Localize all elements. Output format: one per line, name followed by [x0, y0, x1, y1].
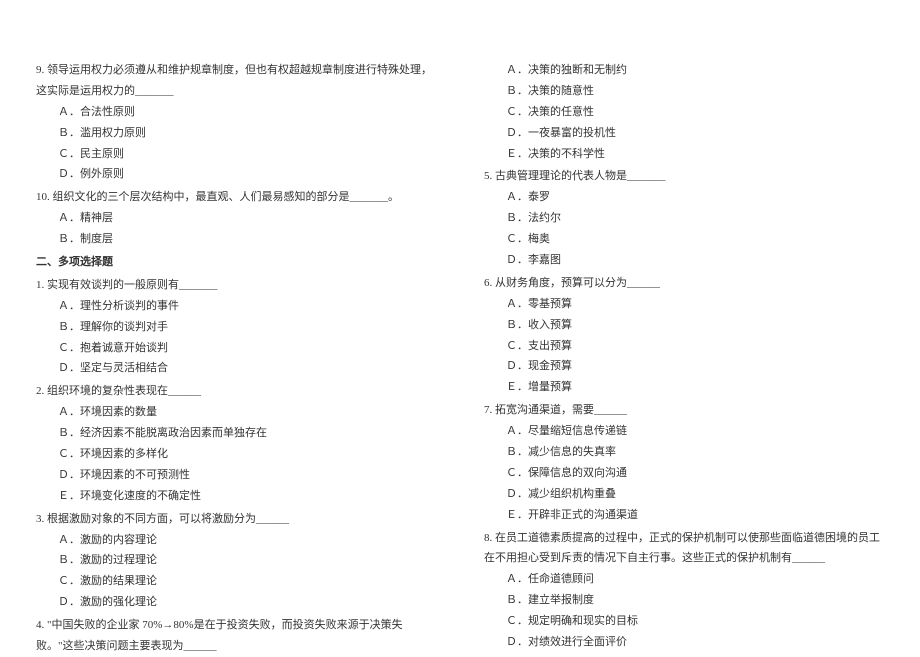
m8-opt-b: Ｂ．建立举报制度: [484, 590, 884, 611]
q9-opt-a: Ａ．合法性原则: [36, 102, 436, 123]
multi-question-8: 8. 在员工道德素质提高的过程中，正式的保护机制可以使那些面临道德困境的员工在不…: [484, 528, 884, 653]
m1-opt-c: Ｃ．抱着诚意开始谈判: [36, 338, 436, 359]
multi-question-1: 1. 实现有效谈判的一般原则有_______ Ａ．理性分析谈判的事件 Ｂ．理解你…: [36, 275, 436, 379]
m6-stem: 6. 从财务角度，预算可以分为______: [484, 273, 884, 294]
m3-opt-c: Ｃ．激励的结果理论: [36, 571, 436, 592]
m1-opt-a: Ａ．理性分析谈判的事件: [36, 296, 436, 317]
left-column: 9. 领导运用权力必须遵从和维护规章制度，但也有权超越规章制度进行特殊处理，这实…: [36, 60, 460, 611]
q10-stem: 10. 组织文化的三个层次结构中，最直观、人们最易感知的部分是_______。: [36, 187, 436, 208]
m2-opt-d: Ｄ．环境因素的不可预测性: [36, 465, 436, 486]
m6-opt-d: Ｄ．现金预算: [484, 356, 884, 377]
m4-opt-c: Ｃ．决策的任意性: [484, 102, 884, 123]
m5-opt-b: Ｂ．法约尔: [484, 208, 884, 229]
m1-opt-b: Ｂ．理解你的谈判对手: [36, 317, 436, 338]
m6-opt-c: Ｃ．支出预算: [484, 336, 884, 357]
m5-stem: 5. 古典管理理论的代表人物是_______: [484, 166, 884, 187]
m1-stem: 1. 实现有效谈判的一般原则有_______: [36, 275, 436, 296]
m8-opt-c: Ｃ．规定明确和现实的目标: [484, 611, 884, 632]
m4-opt-e: Ｅ．决策的不科学性: [484, 144, 884, 165]
m1-opt-d: Ｄ．坚定与灵活相结合: [36, 358, 436, 379]
m7-opt-c: Ｃ．保障信息的双向沟通: [484, 463, 884, 484]
m7-stem: 7. 拓宽沟通渠道，需要______: [484, 400, 884, 421]
m7-opt-e: Ｅ．开辟非正式的沟通渠道: [484, 505, 884, 526]
section-2-title: 二、多项选择题: [36, 252, 436, 273]
m4-opt-d: Ｄ．一夜暴富的投机性: [484, 123, 884, 144]
multi-question-7: 7. 拓宽沟通渠道，需要______ Ａ．尽量缩短信息传递链 Ｂ．减少信息的失真…: [484, 400, 884, 525]
m2-opt-e: Ｅ．环境变化速度的不确定性: [36, 486, 436, 507]
q9-opt-c: Ｃ．民主原则: [36, 144, 436, 165]
q10-opt-a: Ａ．精神层: [36, 208, 436, 229]
multi-question-3: 3. 根据激励对象的不同方面，可以将激励分为______ Ａ．激励的内容理论 Ｂ…: [36, 509, 436, 613]
multi-question-6: 6. 从财务角度，预算可以分为______ Ａ．零基预算 Ｂ．收入预算 Ｃ．支出…: [484, 273, 884, 398]
m3-stem: 3. 根据激励对象的不同方面，可以将激励分为______: [36, 509, 436, 530]
m6-opt-b: Ｂ．收入预算: [484, 315, 884, 336]
question-10: 10. 组织文化的三个层次结构中，最直观、人们最易感知的部分是_______。 …: [36, 187, 436, 250]
m3-opt-a: Ａ．激励的内容理论: [36, 530, 436, 551]
m4-opt-a: Ａ．决策的独断和无制约: [484, 60, 884, 81]
m6-opt-e: Ｅ．增量预算: [484, 377, 884, 398]
question-9: 9. 领导运用权力必须遵从和维护规章制度，但也有权超越规章制度进行特殊处理，这实…: [36, 60, 436, 185]
m2-opt-c: Ｃ．环境因素的多样化: [36, 444, 436, 465]
m2-opt-a: Ａ．环境因素的数量: [36, 402, 436, 423]
m3-opt-d: Ｄ．激励的强化理论: [36, 592, 436, 613]
q10-opt-b: Ｂ．制度层: [36, 229, 436, 250]
m2-stem: 2. 组织环境的复杂性表现在______: [36, 381, 436, 402]
m5-opt-a: Ａ．泰罗: [484, 187, 884, 208]
page-container: 9. 领导运用权力必须遵从和维护规章制度，但也有权超越规章制度进行特殊处理，这实…: [0, 0, 920, 651]
right-column: Ａ．决策的独断和无制约 Ｂ．决策的随意性 Ｃ．决策的任意性 Ｄ．一夜暴富的投机性…: [460, 60, 884, 611]
m5-opt-d: Ｄ．李嘉图: [484, 250, 884, 271]
m4-opt-b: Ｂ．决策的随意性: [484, 81, 884, 102]
q9-opt-b: Ｂ．滥用权力原则: [36, 123, 436, 144]
m8-opt-d: Ｄ．对绩效进行全面评价: [484, 632, 884, 653]
multi-question-4-opts: Ａ．决策的独断和无制约 Ｂ．决策的随意性 Ｃ．决策的任意性 Ｄ．一夜暴富的投机性…: [484, 60, 884, 164]
m2-opt-b: Ｂ．经济因素不能脱离政治因素而单独存在: [36, 423, 436, 444]
m8-stem: 8. 在员工道德素质提高的过程中，正式的保护机制可以使那些面临道德困境的员工在不…: [484, 528, 884, 570]
multi-question-5: 5. 古典管理理论的代表人物是_______ Ａ．泰罗 Ｂ．法约尔 Ｃ．梅奥 Ｄ…: [484, 166, 884, 270]
multi-question-2: 2. 组织环境的复杂性表现在______ Ａ．环境因素的数量 Ｂ．经济因素不能脱…: [36, 381, 436, 506]
m7-opt-d: Ｄ．减少组织机构重叠: [484, 484, 884, 505]
q9-stem: 9. 领导运用权力必须遵从和维护规章制度，但也有权超越规章制度进行特殊处理，这实…: [36, 60, 436, 102]
m7-opt-a: Ａ．尽量缩短信息传递链: [484, 421, 884, 442]
m3-opt-b: Ｂ．激励的过程理论: [36, 550, 436, 571]
m7-opt-b: Ｂ．减少信息的失真率: [484, 442, 884, 463]
m8-opt-a: Ａ．任命道德顾问: [484, 569, 884, 590]
q9-opt-d: Ｄ．例外原则: [36, 164, 436, 185]
m6-opt-a: Ａ．零基预算: [484, 294, 884, 315]
m5-opt-c: Ｃ．梅奥: [484, 229, 884, 250]
